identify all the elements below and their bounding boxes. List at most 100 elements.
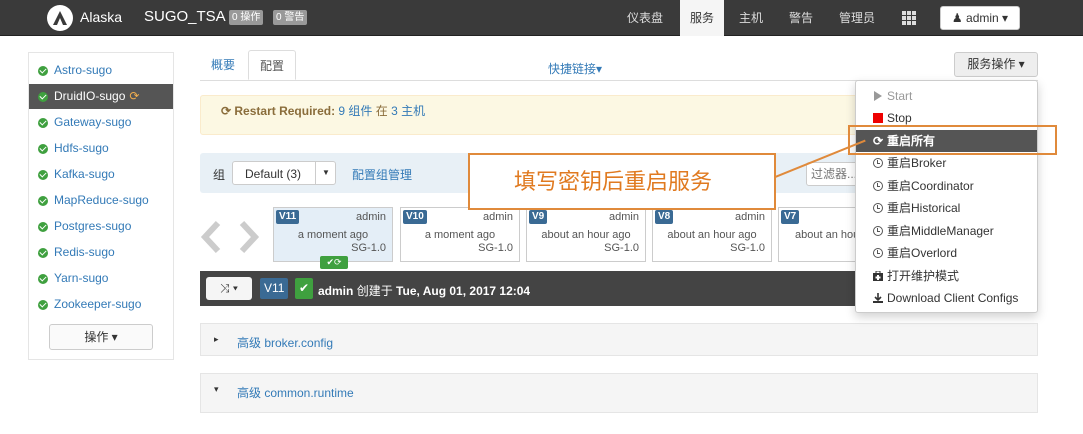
service-actions-menu: Start Stop ⟳ 重启所有 重启Broker 重启Coordinator…	[855, 80, 1038, 313]
menu-item-label: Stop	[887, 111, 912, 125]
version-stack: SG-1.0	[351, 242, 386, 254]
play-icon	[874, 91, 882, 101]
menu-item-label: 重启Historical	[887, 201, 961, 215]
sidebar-item-label: Redis-sugo	[54, 245, 115, 259]
version-card-v11[interactable]: V11 admin a moment ago SG-1.0 ✔⟳	[273, 207, 393, 269]
section-common-runtime[interactable]: ▾ 高级 common.runtime	[200, 373, 1038, 413]
clock-icon	[873, 248, 883, 258]
config-group-value: Default (3)	[245, 167, 302, 181]
clock-icon	[873, 181, 883, 191]
annotation-highlight-frame	[848, 125, 1057, 155]
menu-item-label: Start	[887, 89, 913, 103]
alert-connector: 在	[375, 104, 388, 118]
version-badge: V9	[529, 210, 548, 224]
nav-hosts[interactable]: 主机	[734, 0, 768, 36]
next-versions-arrow-icon[interactable]	[238, 220, 260, 254]
menu-item-restart-historical[interactable]: 重启Historical	[856, 197, 1037, 219]
caret-down-icon[interactable]: ▼	[315, 162, 336, 184]
nav-admin[interactable]: 管理员	[834, 0, 880, 36]
sidebar-item-label: Yarn-sugo	[54, 271, 109, 285]
service-actions-button[interactable]: 操作 ▾	[49, 324, 153, 350]
top-navbar: Alaska SUGO_TSA 0 操作 0 警告 仪表盘 服务 主机 警告 管…	[0, 0, 1083, 36]
restart-required-label: ⟳ Restart Required:	[221, 104, 336, 118]
menu-item-label: 打开维护模式	[887, 269, 960, 283]
restart-required-icon: ⟳	[129, 89, 140, 103]
sidebar-item-astro[interactable]: Astro-sugo	[29, 58, 173, 83]
sidebar-item-kafka[interactable]: Kafka-sugo	[29, 162, 173, 187]
status-ok-icon	[38, 66, 48, 76]
nav-alerts[interactable]: 警告	[784, 0, 818, 36]
sidebar-item-label: Postgres-sugo	[54, 219, 132, 233]
menu-item-label: 重启MiddleManager	[887, 224, 994, 238]
nav-dashboard[interactable]: 仪表盘	[620, 0, 670, 36]
version-card-v10[interactable]: V10 admin a moment ago SG-1.0	[400, 207, 520, 262]
download-icon	[873, 293, 883, 303]
tab-summary[interactable]: 概要	[201, 50, 245, 80]
config-group-select[interactable]: Default (3) ▼	[232, 161, 336, 185]
restart-hosts-link[interactable]: 3 主机	[391, 104, 425, 118]
sidebar-item-postgres[interactable]: Postgres-sugo	[29, 214, 173, 239]
version-author: admin	[483, 211, 513, 223]
status-ok-icon	[38, 300, 48, 310]
status-ok-icon	[38, 144, 48, 154]
prev-versions-arrow-icon[interactable]	[200, 220, 222, 254]
version-time: a moment ago	[297, 229, 369, 241]
user-icon: ♟	[951, 11, 963, 25]
status-ok-icon	[38, 92, 48, 102]
status-ok-icon	[38, 222, 48, 232]
menu-item-start[interactable]: Start	[856, 85, 1037, 107]
menu-item-label: 重启Coordinator	[887, 179, 974, 193]
section-title[interactable]: 高级 broker.config	[237, 334, 333, 351]
version-card-v9[interactable]: V9 admin about an hour ago SG-1.0	[526, 207, 646, 262]
menu-item-restart-coordinator[interactable]: 重启Coordinator	[856, 175, 1037, 197]
restart-components-link[interactable]: 9 组件	[338, 104, 372, 118]
menu-item-restart-middlemanager[interactable]: 重启MiddleManager	[856, 220, 1037, 242]
version-card-v8[interactable]: V8 admin about an hour ago SG-1.0	[652, 207, 772, 262]
tab-configs[interactable]: 配置	[248, 50, 296, 80]
status-ok-icon	[38, 118, 48, 128]
version-stack: SG-1.0	[478, 242, 513, 254]
nav-services[interactable]: 服务	[680, 0, 724, 36]
stop-icon	[873, 113, 883, 123]
sidebar-item-gateway[interactable]: Gateway-sugo	[29, 110, 173, 135]
sidebar-item-druidio[interactable]: DruidIO-sugo ⟳	[29, 84, 173, 109]
menu-item-label: 重启Broker	[887, 156, 947, 170]
compare-versions-button[interactable]: ⤨ ▾	[206, 277, 252, 300]
section-broker-config[interactable]: ▸ 高级 broker.config	[200, 323, 1038, 356]
sidebar-item-zookeeper[interactable]: Zookeeper-sugo	[29, 292, 173, 317]
sidebar-item-label: DruidIO-sugo	[54, 89, 126, 103]
quick-links-dropdown[interactable]: 快捷链接▾	[548, 60, 602, 77]
cluster-name: SUGO_TSA	[144, 8, 226, 25]
version-stack: SG-1.0	[604, 242, 639, 254]
app-name[interactable]: Alaska	[80, 9, 122, 25]
version-time: a moment ago	[424, 229, 496, 241]
menu-item-restart-broker[interactable]: 重启Broker	[856, 152, 1037, 174]
status-ok-icon	[38, 248, 48, 258]
menu-item-download-client-configs[interactable]: Download Client Configs	[856, 287, 1037, 309]
views-grid-icon[interactable]	[902, 11, 916, 25]
user-menu-button[interactable]: ♟ admin ▾	[940, 6, 1020, 30]
status-ok-icon	[38, 196, 48, 206]
sidebar-item-label: Hdfs-sugo	[54, 141, 109, 155]
version-stack: SG-1.0	[730, 242, 765, 254]
section-title[interactable]: 高级 common.runtime	[237, 384, 354, 401]
current-version-author: admin	[318, 284, 354, 298]
manage-config-groups-link[interactable]: 配置组管理	[352, 166, 412, 183]
version-author: admin	[735, 211, 765, 223]
menu-item-label: Download Client Configs	[887, 291, 1019, 305]
service-actions-dropdown-button[interactable]: 服务操作 ▾	[954, 52, 1038, 77]
ops-count-badge[interactable]: 0 操作	[229, 10, 264, 25]
sidebar-item-hdfs[interactable]: Hdfs-sugo	[29, 136, 173, 161]
logo-icon[interactable]	[46, 4, 74, 32]
group-label: 组	[213, 168, 226, 182]
menu-item-maintenance-mode[interactable]: 打开维护模式	[856, 265, 1037, 287]
restart-required-alert: ⟳ Restart Required: 9 组件 在 3 主机	[200, 95, 860, 135]
sidebar-item-yarn[interactable]: Yarn-sugo	[29, 266, 173, 291]
alerts-count-badge[interactable]: 0 警告	[273, 10, 308, 25]
user-menu-label: admin ▾	[966, 11, 1009, 25]
sidebar-item-mapreduce[interactable]: MapReduce-sugo	[29, 188, 173, 213]
sidebar-item-redis[interactable]: Redis-sugo	[29, 240, 173, 265]
menu-item-restart-overlord[interactable]: 重启Overlord	[856, 242, 1037, 264]
version-time: about an hour ago	[541, 229, 631, 241]
version-card-v7[interactable]: V7 about an hou	[778, 207, 858, 262]
